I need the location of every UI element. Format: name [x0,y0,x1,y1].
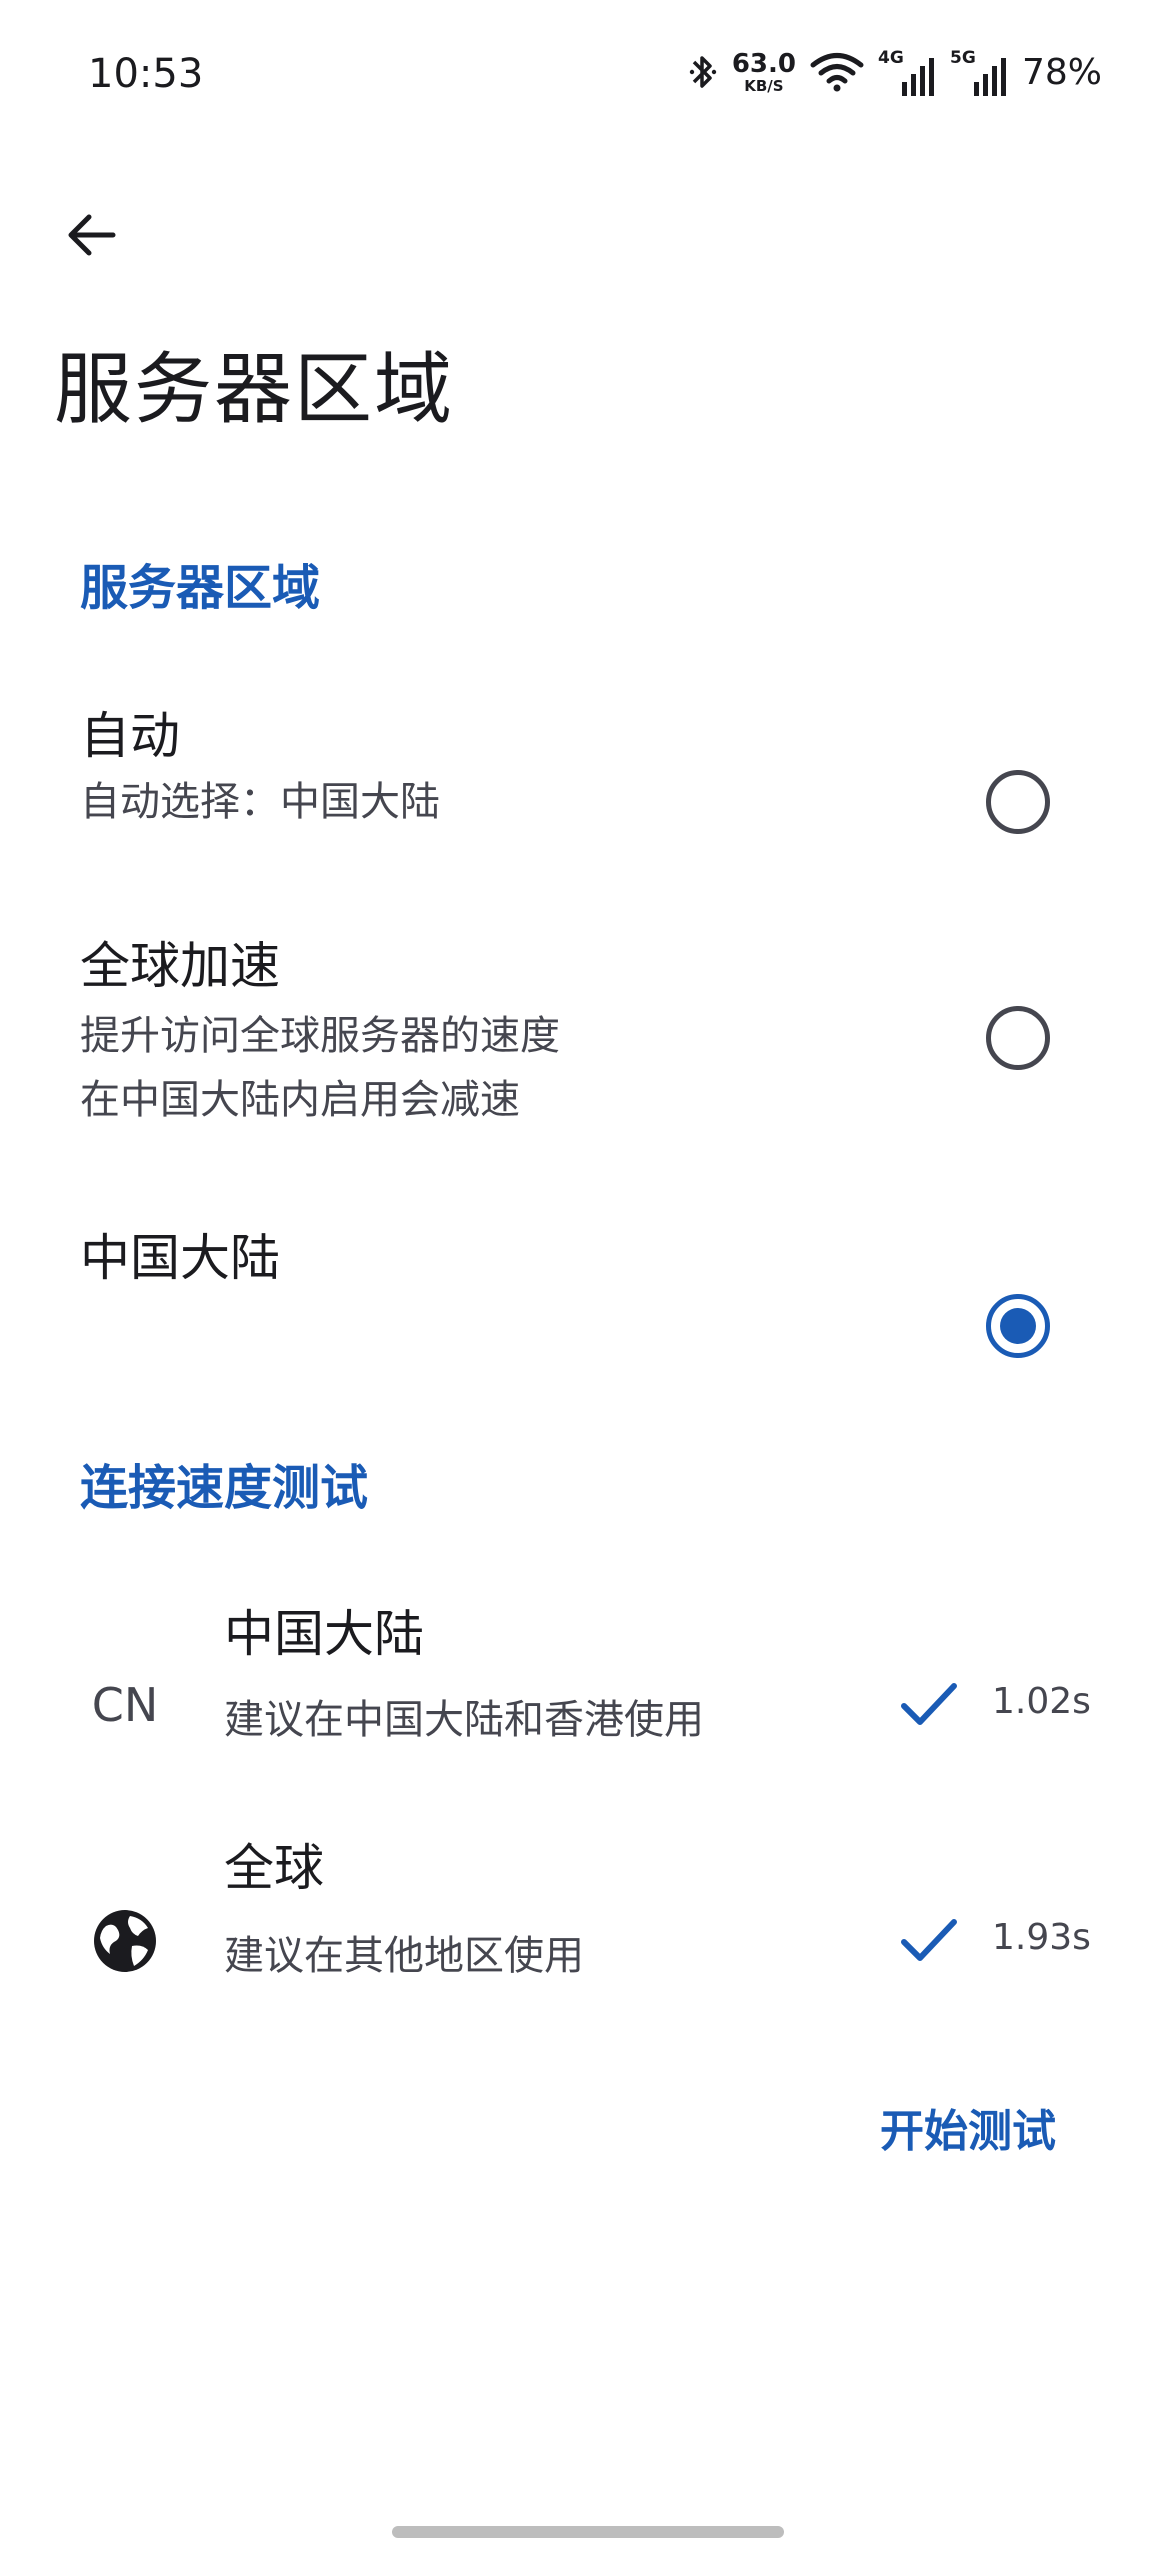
speed-item-description: 建议在中国大陆和香港使用 [224,1697,704,1743]
radio-button-global-acceleration[interactable] [986,1006,1050,1070]
wifi-icon [810,52,864,92]
option-description: 提升访问全球服务器的速度 在中国大陆内启用会减速 [80,1013,560,1123]
status-time: 10:53 [88,51,204,97]
option-title: 自动 [80,707,180,765]
region-option-mainland-china[interactable]: 中国大陆 [0,1210,1176,1390]
battery-percentage: 78% [1021,51,1102,93]
check-icon [901,1919,957,1961]
section-header-server-region: 服务器区域 [80,560,321,616]
network-speed-unit: KB/S [744,76,784,95]
check-icon [901,1683,957,1725]
home-indicator[interactable] [392,2526,784,2538]
speed-item-title: 中国大陆 [224,1605,424,1663]
status-bar: 10:53 63.0 KB/S 4G 5G 78% [0,0,1176,150]
option-title: 中国大陆 [80,1229,280,1287]
arrow-back-icon [68,214,116,256]
cn-label-text: CN [91,1678,159,1732]
bluetooth-icon [688,52,718,92]
signal-5g-label: 5G [949,48,976,68]
section-header-speed-test: 连接速度测试 [80,1460,369,1516]
signal-bars-icon [901,58,934,96]
region-option-global-acceleration[interactable]: 全球加速 提升访问全球服务器的速度 在中国大陆内启用会减速 [0,920,1176,1140]
radio-button-mainland-china[interactable] [986,1294,1050,1358]
radio-button-auto[interactable] [986,770,1050,834]
speed-item-description: 建议在其他地区使用 [224,1933,584,1979]
signal-4g: 4G [878,48,936,96]
network-speed: 63.0 KB/S [732,51,796,94]
speed-test-item-global: 全球 建议在其他地区使用 1.93s [0,1816,1176,2056]
globe-icon [90,1906,160,1976]
option-title: 全球加速 [80,937,280,995]
cn-label: CN [90,1670,160,1740]
status-icons: 63.0 KB/S 4G 5G 78% [688,44,1102,100]
screen: 10:53 63.0 KB/S 4G 5G 78% 服务器区域 服务器区域 自动… [0,0,1176,2560]
speed-item-title: 全球 [224,1839,324,1897]
speed-item-time: 1.02s [992,1681,1091,1722]
start-test-button[interactable]: 开始测试 [868,2096,1068,2168]
signal-bars-icon [973,58,1006,96]
option-description: 自动选择：中国大陆 [80,779,440,825]
signal-4g-label: 4G [877,48,904,68]
page-title: 服务器区域 [54,345,455,435]
speed-item-time: 1.93s [992,1917,1091,1958]
speed-test-item-cn: CN 中国大陆 建议在中国大陆和香港使用 1.02s [0,1580,1176,1820]
network-speed-value: 63.0 [731,48,796,79]
region-option-auto[interactable]: 自动 自动选择：中国大陆 [0,690,1176,880]
signal-5g: 5G [950,48,1008,96]
back-button[interactable] [56,200,126,270]
